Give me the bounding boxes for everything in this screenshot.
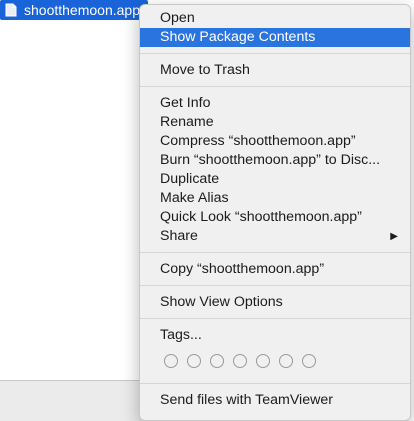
menu-item-duplicate[interactable]: Duplicate [140, 170, 410, 189]
menu-item-move-to-trash[interactable]: Move to Trash [140, 61, 410, 80]
tag-circle-icon[interactable] [164, 354, 178, 368]
menu-separator [140, 86, 410, 87]
menu-item-label: Burn “shootthemoon.app” to Disc... [160, 152, 381, 168]
menu-item-label: Show Package Contents [160, 29, 316, 45]
menu-item-label: Quick Look “shootthemoon.app” [160, 209, 362, 225]
menu-item-share[interactable]: Share ▶ [140, 227, 410, 246]
menu-item-show-package-contents[interactable]: Show Package Contents [140, 28, 410, 47]
menu-item-open[interactable]: Open [140, 9, 410, 28]
menu-separator [140, 383, 410, 384]
window-edge [0, 380, 150, 421]
menu-item-rename[interactable]: Rename [140, 113, 410, 132]
menu-separator [140, 285, 410, 286]
tag-color-row [140, 353, 410, 369]
menu-item-label: Tags... [160, 327, 202, 343]
tag-circle-icon[interactable] [187, 354, 201, 368]
tag-circle-icon[interactable] [279, 354, 293, 368]
menu-item-label: Rename [160, 114, 214, 130]
menu-item-copy[interactable]: Copy “shootthemoon.app” [140, 260, 410, 279]
menu-item-make-alias[interactable]: Make Alias [140, 189, 410, 208]
menu-separator [140, 252, 410, 253]
menu-item-label: Share [160, 228, 198, 244]
menu-item-label: Copy “shootthemoon.app” [160, 261, 325, 277]
app-file-icon [4, 2, 18, 18]
menu-separator [140, 318, 410, 319]
menu-item-quick-look[interactable]: Quick Look “shootthemoon.app” [140, 208, 410, 227]
file-name: shootthemoon.app [24, 2, 140, 18]
menu-item-label: Compress “shootthemoon.app” [160, 133, 356, 149]
menu-item-label: Get Info [160, 95, 211, 111]
menu-item-get-info[interactable]: Get Info [140, 94, 410, 113]
menu-item-label: Send files with TeamViewer [160, 392, 333, 408]
menu-item-send-with-teamviewer[interactable]: Send files with TeamViewer [140, 391, 410, 410]
menu-item-show-view-options[interactable]: Show View Options [140, 293, 410, 312]
menu-item-label: Open [160, 10, 195, 26]
selected-file-item[interactable]: shootthemoon.app [0, 0, 148, 20]
menu-separator [140, 53, 410, 54]
context-menu: Open Show Package Contents Move to Trash… [139, 4, 411, 421]
menu-item-compress[interactable]: Compress “shootthemoon.app” [140, 132, 410, 151]
menu-item-label: Move to Trash [160, 62, 250, 78]
tag-circle-icon[interactable] [256, 354, 270, 368]
tag-circle-icon[interactable] [233, 354, 247, 368]
menu-item-burn-to-disc[interactable]: Burn “shootthemoon.app” to Disc... [140, 151, 410, 170]
tag-circle-icon[interactable] [302, 354, 316, 368]
menu-item-label: Make Alias [160, 190, 229, 206]
tag-circle-icon[interactable] [210, 354, 224, 368]
triangle-right-icon: ▶ [390, 231, 398, 242]
menu-item-tags[interactable]: Tags... [140, 326, 410, 345]
menu-item-label: Show View Options [160, 294, 283, 310]
menu-item-label: Duplicate [160, 171, 220, 187]
